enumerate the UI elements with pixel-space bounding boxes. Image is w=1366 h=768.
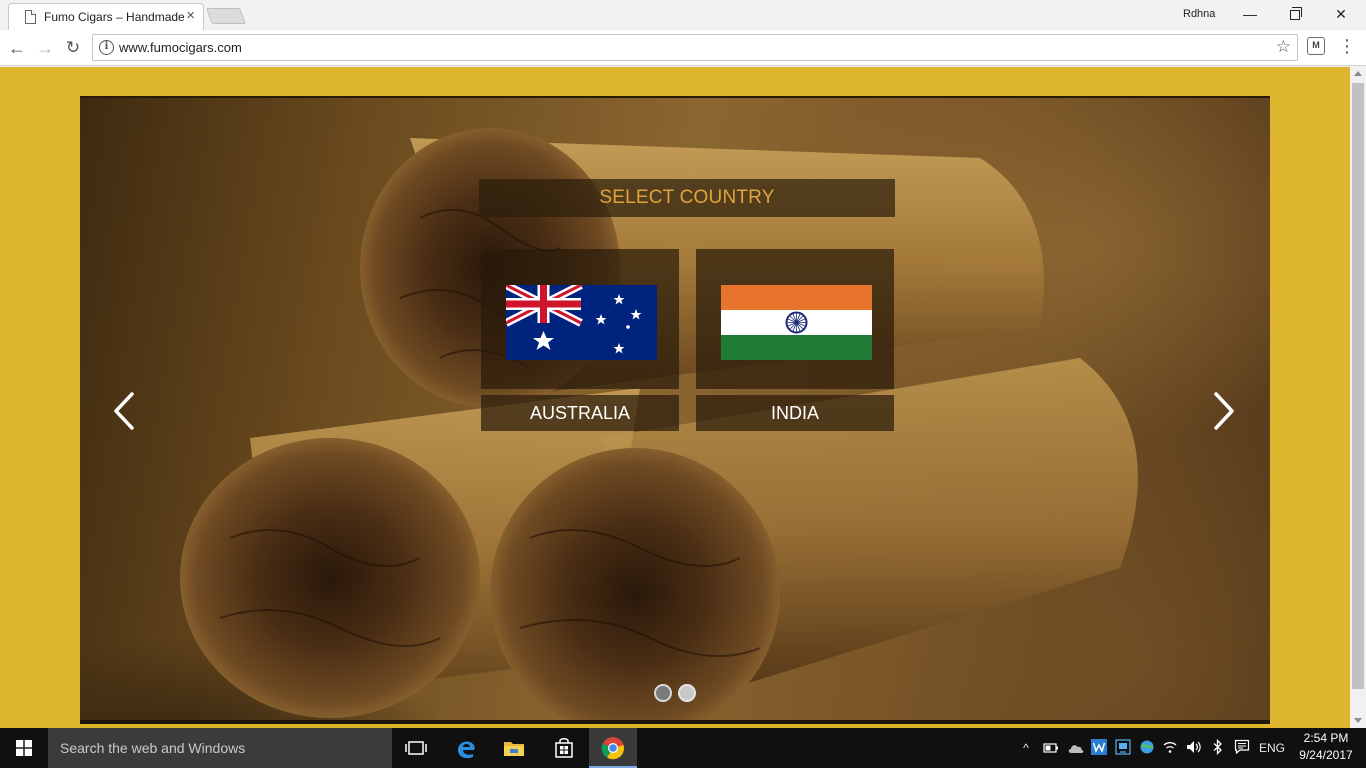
taskbar-search-placeholder: Search the web and Windows — [60, 740, 246, 756]
slide-dot-1[interactable] — [654, 684, 672, 702]
page-scrollbar[interactable] — [1350, 67, 1366, 728]
window-close-button[interactable]: ✕ — [1318, 3, 1364, 25]
network-monitor-icon[interactable] — [1115, 739, 1131, 755]
scroll-down-icon[interactable] — [1354, 718, 1362, 723]
store-taskbar-button[interactable] — [540, 728, 588, 768]
hero-slider: SELECT COUNTRY AUSTRALIA INDIA — [80, 96, 1270, 724]
edge-taskbar-button[interactable] — [442, 728, 490, 768]
folder-icon — [504, 742, 524, 756]
task-view-icon — [405, 741, 427, 755]
sync-globe-icon[interactable] — [1139, 739, 1155, 755]
chrome-icon — [601, 737, 625, 760]
back-button[interactable]: ← — [6, 37, 28, 59]
tray-overflow-chevron[interactable]: ^ — [1018, 728, 1034, 768]
forward-button[interactable]: → — [34, 37, 56, 59]
task-view-button[interactable] — [392, 728, 440, 768]
input-language[interactable]: ENG — [1257, 728, 1287, 768]
onedrive-cloud-icon[interactable] — [1067, 741, 1085, 755]
restore-icon — [1290, 7, 1302, 20]
chrome-menu-icon[interactable]: ⋮ — [1338, 35, 1356, 59]
slide-dot-2[interactable] — [678, 684, 696, 702]
windows-logo-icon — [16, 740, 32, 756]
india-flag-icon — [721, 285, 872, 360]
country-label-india[interactable]: INDIA — [696, 395, 894, 431]
clock-time: 2:54 PM — [1303, 731, 1349, 745]
taskbar-search-box[interactable]: Search the web and Windows — [48, 728, 392, 768]
page-viewport: SELECT COUNTRY AUSTRALIA INDIA — [0, 67, 1350, 728]
bluetooth-icon[interactable] — [1212, 739, 1224, 755]
battery-icon[interactable] — [1043, 741, 1059, 755]
maximize-button[interactable] — [1272, 3, 1318, 25]
address-bar[interactable]: i www.fumocigars.com ☆ — [92, 34, 1298, 61]
tab-title: Fumo Cigars – Handmade — [44, 10, 185, 24]
store-bag-icon — [555, 738, 573, 758]
australia-flag-card[interactable] — [481, 249, 679, 389]
country-label-australia[interactable]: AUSTRALIA — [481, 395, 679, 431]
next-slide-arrow-icon[interactable] — [1210, 391, 1238, 431]
prev-slide-arrow-icon[interactable] — [110, 391, 138, 431]
taskbar-clock[interactable]: 2:54 PM 9/24/2017 — [1292, 730, 1360, 764]
scroll-thumb[interactable] — [1352, 83, 1364, 689]
reload-button[interactable]: ↻ — [62, 37, 84, 59]
windows-taskbar: Search the web and Windows ^ ENG 2:54 PM… — [0, 728, 1366, 768]
select-country-title: SELECT COUNTRY — [479, 179, 895, 217]
chrome-taskbar-button[interactable] — [589, 728, 637, 768]
new-tab-button[interactable] — [206, 8, 246, 24]
australia-flag-icon — [506, 285, 657, 360]
tab-close-button[interactable]: × — [186, 8, 195, 24]
edge-icon — [458, 741, 475, 759]
notification-center-icon[interactable] — [1234, 739, 1250, 755]
minimize-button[interactable]: — — [1227, 3, 1273, 25]
url-text[interactable]: www.fumocigars.com — [119, 40, 242, 55]
page-icon — [25, 10, 36, 24]
india-flag-card[interactable] — [696, 249, 894, 389]
start-button[interactable] — [0, 728, 48, 768]
file-explorer-taskbar-button[interactable] — [490, 728, 538, 768]
profile-name[interactable]: Rdhna — [1183, 8, 1215, 20]
scroll-up-icon[interactable] — [1354, 71, 1362, 76]
info-icon[interactable]: i — [99, 40, 114, 55]
extension-icon[interactable]: M — [1307, 37, 1325, 55]
browser-tab[interactable]: Fumo Cigars – Handmade × — [8, 3, 204, 30]
browser-toolbar: ← → ↻ i www.fumocigars.com ☆ M ⋮ — [0, 30, 1366, 66]
clock-date: 9/24/2017 — [1299, 748, 1353, 762]
w-app-icon[interactable] — [1091, 739, 1107, 755]
bookmark-star-icon[interactable]: ☆ — [1276, 37, 1291, 57]
tab-strip: Fumo Cigars – Handmade × Rdhna — ✕ — [0, 0, 1366, 30]
wifi-icon[interactable] — [1162, 739, 1178, 755]
volume-icon[interactable] — [1185, 739, 1203, 755]
